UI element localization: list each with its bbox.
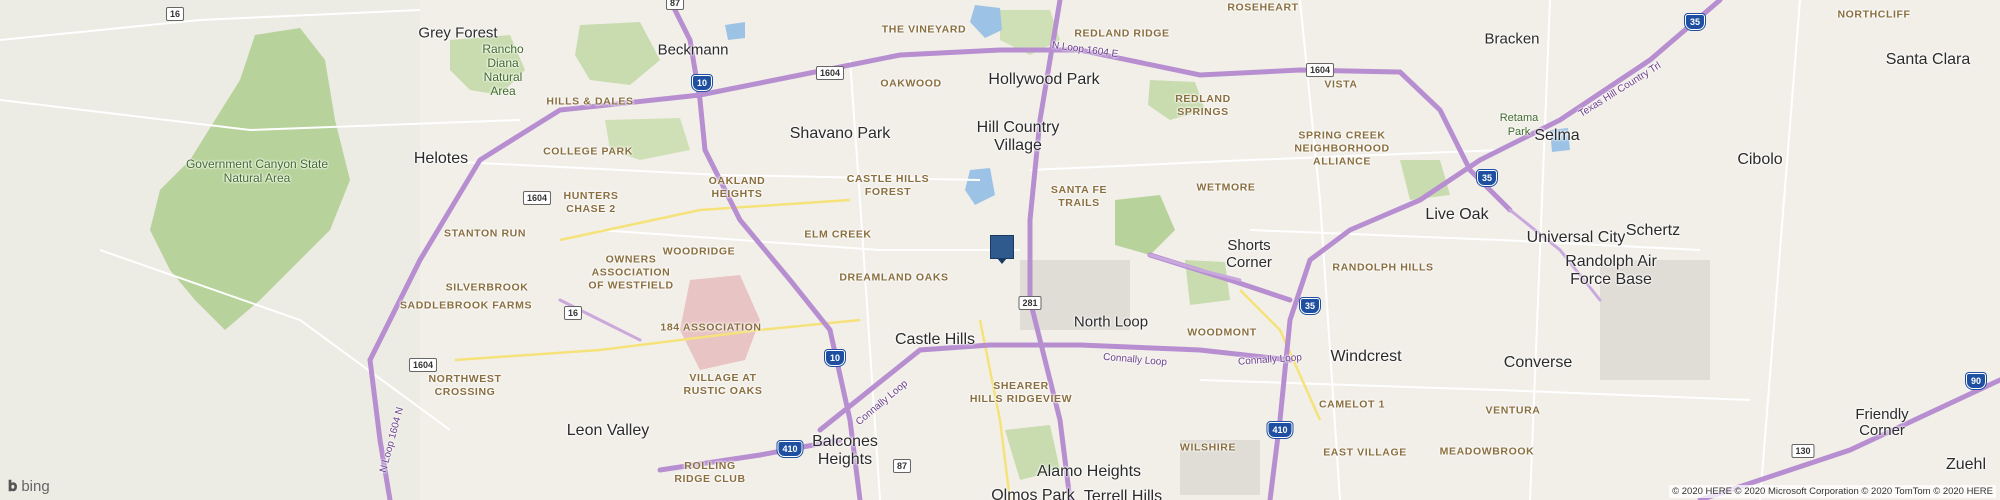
place-east-village: EAST VILLAGE [1323,446,1407,459]
place-camelot: CAMELOT 1 [1318,398,1386,411]
place-rolling-ridge: ROLLING RIDGE CLUB [674,460,746,485]
place-village-rustic-oaks: VILLAGE AT RUSTIC OAKS [683,372,763,397]
place-santa-clara: Santa Clara [1885,51,1971,68]
place-leon-valley: Leon Valley [566,422,650,439]
route-130-shield: 130 [1791,444,1815,458]
us-90-shield: 90 [1964,372,1988,390]
route-16-shield: 16 [563,306,583,320]
place-universal-city: Universal City [1526,229,1626,246]
place-zuehl: Zuehl [1945,456,1987,473]
water-castle-hills [965,168,995,205]
place-redland-springs: REDLAND SPRINGS [1175,93,1231,118]
place-hill-country-village: Hill Country Village [976,119,1060,154]
map-copyright: © 2020 HERE © 2020 Microsoft Corporation… [1669,485,1996,498]
place-hills-dales: HILLS & DALES [546,95,634,108]
hwy-90-east [1697,377,2000,500]
place-beckmann: Beckmann [657,41,729,59]
loop-1604 [367,47,1513,363]
place-wetmore: WETMORE [1196,181,1256,194]
interstate-410-shield: 410 [776,440,804,458]
place-government-canyon: Government Canyon State Natural Area [185,157,329,185]
place-cibolo: Cibolo [1737,151,1783,168]
place-college-park: COLLEGE PARK [543,145,633,158]
hills-dales-park [575,22,660,85]
route-1604-shield: 1604 [1305,63,1335,77]
water-north [970,5,1002,38]
bing-icon: 𝐛 [8,478,18,495]
place-schertz: Schertz [1625,222,1681,239]
interstate-10-shield: 10 [690,74,714,92]
place-bracken: Bracken [1484,30,1540,48]
place-randolph-hills: RANDOLPH HILLS [1332,261,1434,274]
bing-logo: 𝐛 bing [8,478,50,495]
place-oakland-heights: OAKLAND HEIGHTS [708,175,766,200]
place-the-vineyard: THE VINEYARD [881,23,967,36]
place-redland-ridge: REDLAND RIDGE [1074,27,1170,40]
place-dreamland-oaks: DREAMLAND OAKS [839,271,949,284]
place-owners-westfield: OWNERS ASSOCIATION OF WESTFIELD [588,253,674,292]
place-north-loop: North Loop [1073,313,1149,331]
place-silverbrook: SILVERBROOK [445,281,529,294]
route-1604-shield: 1604 [408,358,438,372]
place-hunters-chase: HUNTERS CHASE 2 [563,190,619,215]
map-canvas[interactable]: 16 87 10 1604 1604 1604 35 1604 35 16 28… [0,0,2000,500]
interstate-35-shield: 35 [1298,297,1322,315]
bing-wordmark: bing [21,478,50,495]
interstate-35-shield: 35 [1683,13,1707,31]
place-terrell-hills: Terrell Hills [1083,488,1163,500]
place-northwest-crossing: NORTHWEST CROSSING [428,373,502,398]
location-pin-marker[interactable] [990,235,1014,264]
route-1604-shield: 1604 [815,66,845,80]
place-balcones-heights: Balcones Heights [812,433,878,468]
place-live-oak: Live Oak [1425,206,1489,223]
place-shavano-park: Shavano Park [789,125,891,142]
place-wilshire: WILSHIRE [1179,441,1237,454]
route-16-shield: 16 [165,7,185,21]
park-wetmore [1115,195,1175,255]
place-retama-park: Retama Park [1499,112,1539,138]
place-ventura: VENTURA [1485,404,1541,417]
interstate-410-shield: 410 [1266,421,1294,439]
place-oakwood: OAKWOOD [880,77,942,90]
place-converse: Converse [1503,354,1573,371]
place-saddlebrook-farms: SADDLEBROOK FARMS [399,299,533,312]
place-elm-creek: ELM CREEK [804,228,872,241]
place-olmos-park: Olmos Park [991,487,1075,500]
place-rancho-diana: Rancho Diana Natural Area [482,42,524,98]
place-woodmont: WOODMONT [1187,326,1257,339]
place-castle-hills-forest: CASTLE HILLS FOREST [846,173,930,198]
place-windcrest: Windcrest [1330,348,1402,365]
route-87-shield: 87 [892,459,912,473]
place-northcliff: NORTHCLIFF [1837,8,1911,21]
place-spring-creek: SPRING CREEK NEIGHBORHOOD ALLIANCE [1294,129,1390,168]
place-vista: VISTA [1324,78,1358,91]
route-281-shield: 281 [1018,296,1042,310]
route-87-shield: 87 [665,0,685,10]
place-grey-forest: Grey Forest [418,24,498,42]
place-hollywood-park: Hollywood Park [988,71,1100,88]
place-shorts-corner: Shorts Corner [1226,237,1272,271]
place-184-association: 184 ASSOCIATION [660,321,762,334]
place-santa-fe-trails: SANTA FE TRAILS [1050,184,1108,209]
interstate-10-shield: 10 [823,349,847,367]
place-friendly-corner: Friendly Corner [1855,406,1909,439]
water-vineyard [725,22,745,40]
place-stanton-run: STANTON RUN [443,227,527,240]
route-1604-shield: 1604 [522,191,552,205]
interstate-35-shield: 35 [1475,169,1499,187]
place-alamo-heights: Alamo Heights [1036,463,1142,480]
place-shearer-hills: SHEARER HILLS RIDGEVIEW [969,380,1073,405]
place-randolph-afb: Randolph Air Force Base [1565,253,1657,288]
place-selma: Selma [1534,127,1580,144]
place-meadowbrook: MEADOWBROOK [1439,445,1535,458]
place-roseheart: ROSEHEART [1227,1,1299,14]
place-helotes: Helotes [413,150,469,167]
place-castle-hills: Castle Hills [894,331,976,348]
